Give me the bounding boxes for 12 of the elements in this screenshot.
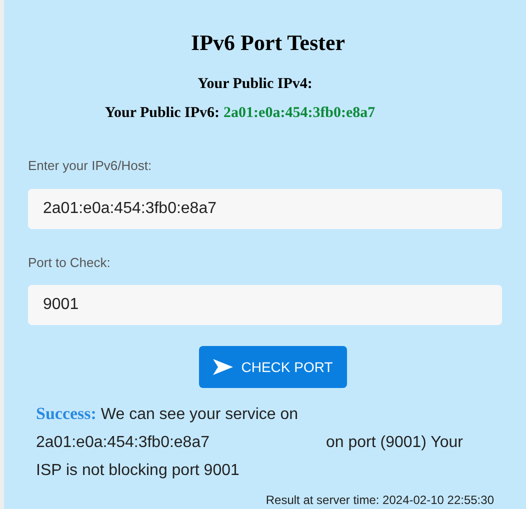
input-field[interactable]: 2a01:e0a:454:3fb0:e8a7 xyxy=(28,188,502,228)
page-title: IPv6 Port Tester xyxy=(191,29,345,57)
server-time: Result at server time: 2024-02-10 22:55:30 xyxy=(266,492,494,509)
field-label: Port to Check: xyxy=(28,254,112,272)
field-label: Enter your IPv6/Host: xyxy=(28,157,153,175)
ipv6-label: Your Public IPv6: xyxy=(104,104,220,122)
ipv6-address: 2a01:e0a:454:3fb0:e8a7 xyxy=(224,104,376,122)
send-icon xyxy=(213,359,234,375)
ipv4-label: Your Public IPv4: xyxy=(198,75,312,94)
check-port-button[interactable]: CHECK PORT xyxy=(199,346,347,388)
input-field[interactable]: 9001 xyxy=(28,285,502,325)
result-message: Success: We can see your service on 2a01:e0a:454:3fb0:e8a7 on port (9001) Your ISP is not blocking port 9001 xyxy=(36,403,464,481)
